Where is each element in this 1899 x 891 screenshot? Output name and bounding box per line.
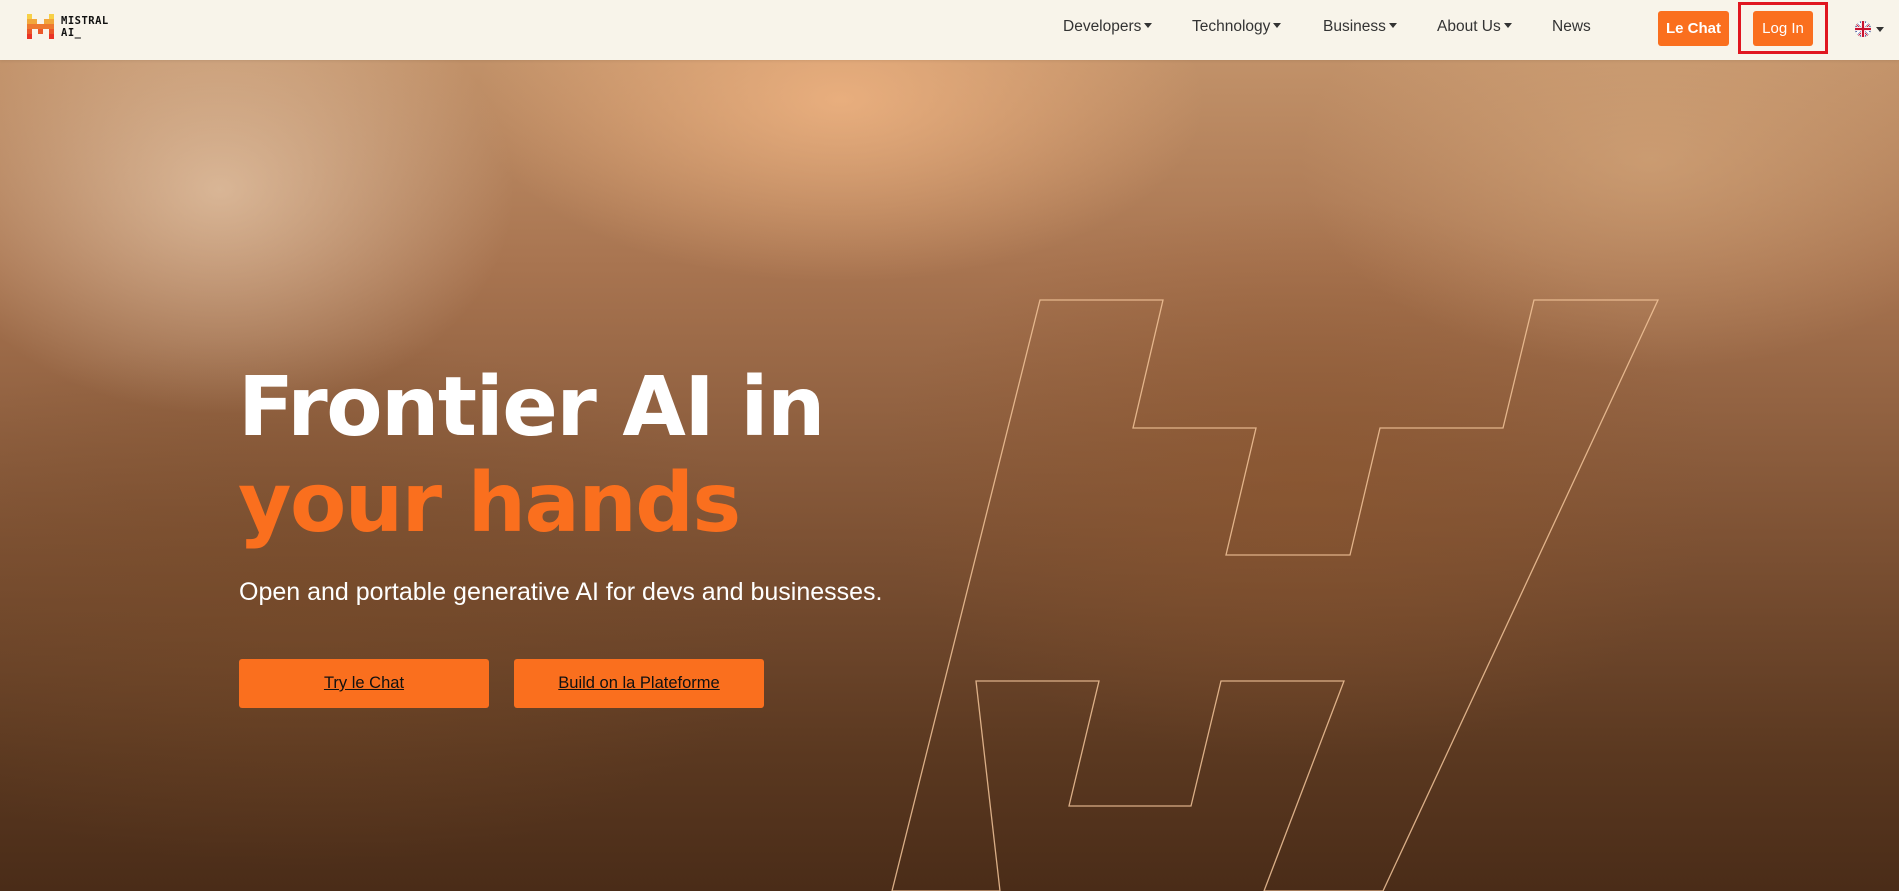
- hero-title: Frontier AI in your hands: [238, 360, 825, 552]
- caret-down-icon: [1876, 26, 1884, 32]
- caret-down-icon: [1388, 23, 1397, 28]
- nav-about-us[interactable]: About Us: [1437, 18, 1512, 36]
- uk-flag-icon: [1855, 21, 1871, 37]
- page: MISTRAL AI_ Developers Technology Busine…: [0, 0, 1899, 891]
- hero-subtitle: Open and portable generative AI for devs…: [239, 578, 883, 606]
- language-selector[interactable]: [1855, 21, 1884, 37]
- login-highlight-box: [1738, 2, 1828, 54]
- nav-developers[interactable]: Developers: [1063, 18, 1153, 36]
- nav-developers-label: Developers: [1063, 18, 1142, 35]
- caret-down-icon: [1503, 23, 1512, 28]
- logo-text-line1: MISTRAL: [61, 15, 109, 27]
- mistral-logo-icon: [27, 14, 54, 39]
- logo-text: MISTRAL AI_: [61, 15, 109, 39]
- nav-business[interactable]: Business: [1323, 18, 1397, 36]
- nav-technology[interactable]: Technology: [1192, 18, 1282, 36]
- caret-down-icon: [1273, 23, 1282, 28]
- nav-technology-label: Technology: [1192, 18, 1271, 35]
- build-on-la-plateforme-button[interactable]: Build on la Plateforme: [514, 659, 764, 708]
- hero-title-line1: Frontier AI in: [238, 360, 825, 455]
- try-le-chat-button[interactable]: Try le Chat: [239, 659, 489, 708]
- logo[interactable]: MISTRAL AI_: [27, 14, 109, 40]
- nav-business-label: Business: [1323, 18, 1386, 35]
- logo-text-line2: AI_: [61, 27, 82, 39]
- nav-about-us-label: About Us: [1437, 18, 1501, 35]
- caret-down-icon: [1144, 23, 1153, 28]
- nav-news-label: News: [1552, 18, 1591, 35]
- hero-title-line2: your hands: [238, 456, 741, 551]
- top-navbar: MISTRAL AI_ Developers Technology Busine…: [0, 0, 1899, 60]
- le-chat-button[interactable]: Le Chat: [1658, 11, 1729, 46]
- nav-news[interactable]: News: [1552, 18, 1591, 36]
